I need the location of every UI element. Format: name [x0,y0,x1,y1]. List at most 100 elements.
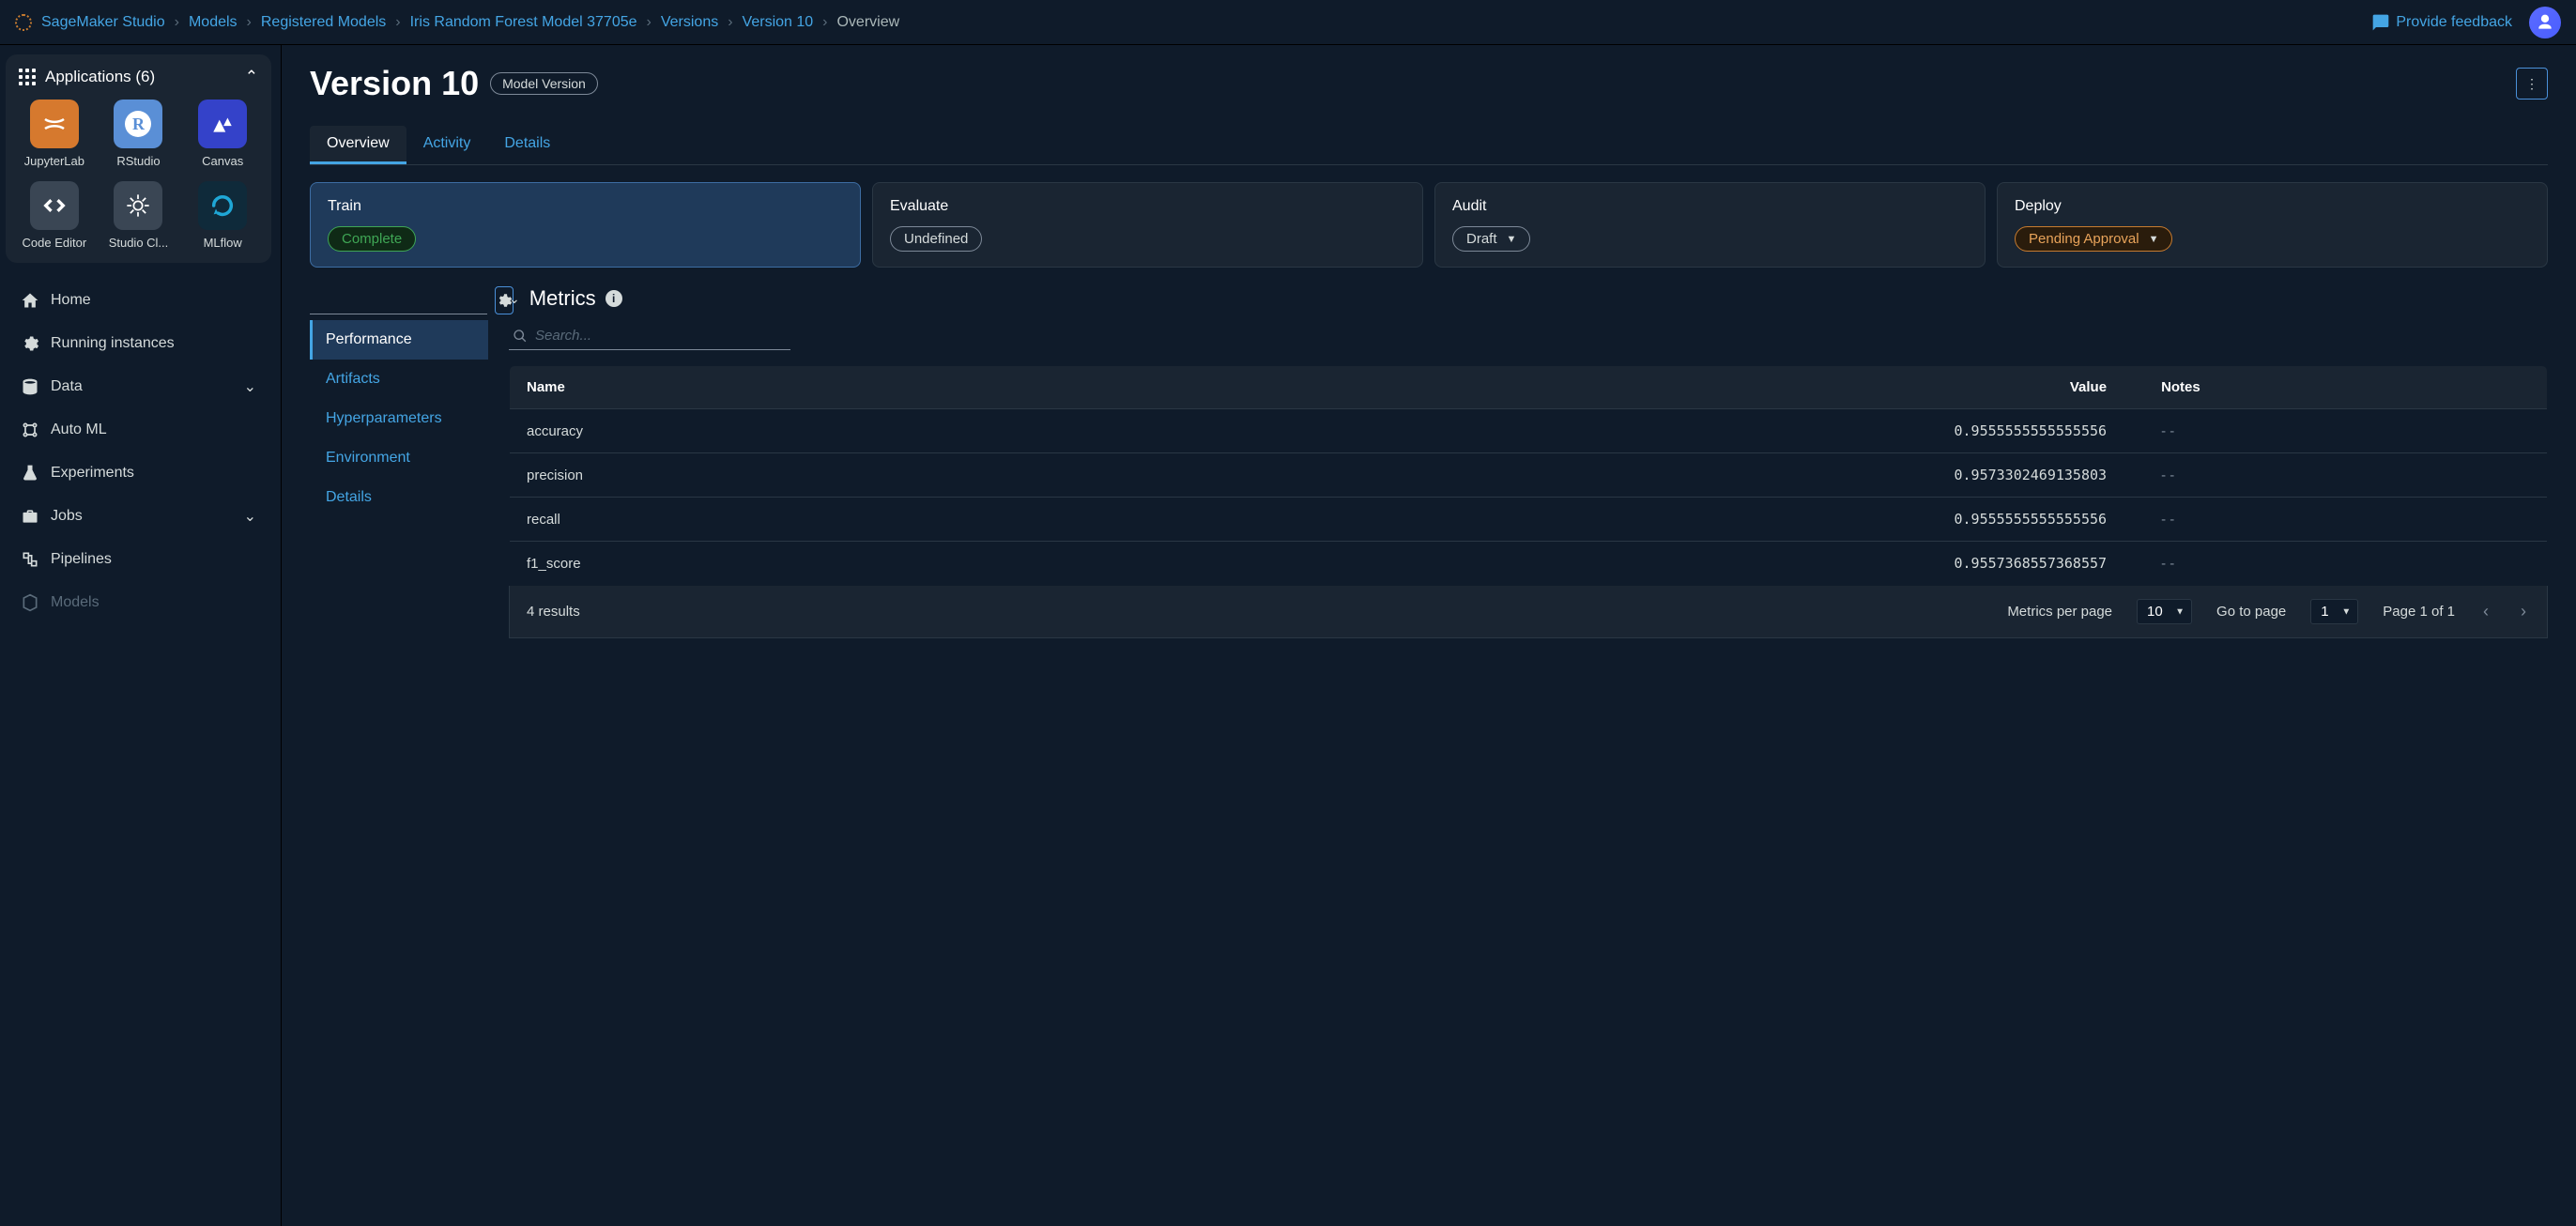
goto-page-select[interactable]: 1 [2310,599,2358,624]
studio-classic-icon [114,181,162,230]
app-studio-classic[interactable]: Studio Cl... [103,181,175,250]
main-content: Version 10 Model Version ⋮ Overview Acti… [282,45,2576,1226]
mlflow-icon [198,181,247,230]
crumb-overview: Overview [836,14,899,31]
code-editor-icon [30,181,79,230]
apps-grid-icon [19,69,36,85]
stage-audit[interactable]: Audit Draft ▼ [1434,182,1986,268]
app-label: MLflow [204,236,242,250]
tab-activity[interactable]: Activity [406,126,488,164]
chevron-right-icon: › [247,14,252,31]
stage-train[interactable]: Train Complete [310,182,861,268]
metric-notes: - - [2144,453,2547,498]
jupyter-icon [30,100,79,148]
stage-evaluate[interactable]: Evaluate Undefined [872,182,1423,268]
user-avatar[interactable] [2529,7,2561,38]
kebab-icon: ⋮ [2525,76,2538,92]
chevron-up-icon: ⌃ [245,68,258,86]
metrics-table: Name Value Notes accuracy 0.955555555555… [509,365,2548,586]
breadcrumbs: SageMaker Studio › Models › Registered M… [15,14,2371,31]
crumb-version-n[interactable]: Version 10 [743,14,814,31]
per-page-select[interactable]: 10 [2137,599,2192,624]
subtab-filter-input[interactable] [310,286,487,314]
table-row: precision 0.9573302469135803 - - [510,453,2548,498]
table-row: recall 0.9555555555555556 - - [510,498,2548,542]
crumb-versions[interactable]: Versions [661,14,718,31]
app-label: Canvas [202,154,243,168]
metrics-header: ⌄ Metrics i [509,286,2548,311]
col-value[interactable]: Value [1007,366,2144,409]
stage-title: Evaluate [890,198,1405,215]
collapse-toggle[interactable]: ⌄ [509,291,520,307]
col-name[interactable]: Name [510,366,1007,409]
subtab-artifacts[interactable]: Artifacts [310,360,488,399]
nav-label: Models [51,594,100,611]
tab-details[interactable]: Details [487,126,567,164]
flask-icon [21,464,39,483]
applications-panel: Applications (6) ⌃ JupyterLab R RStudio [6,54,271,263]
nav-pipelines[interactable]: Pipelines [11,539,266,580]
app-jupyterlab[interactable]: JupyterLab [19,100,90,168]
nav-label: Data [51,378,83,395]
stage-row: Train Complete Evaluate Undefined Audit … [310,182,2548,268]
chevron-down-icon: ⌄ [244,507,256,526]
nav-label: Auto ML [51,421,107,438]
crumb-registered[interactable]: Registered Models [261,14,386,31]
nav-home[interactable]: Home [11,280,266,321]
app-label: JupyterLab [24,154,84,168]
metric-notes: - - [2144,409,2547,453]
nav-label: Home [51,292,91,309]
metric-name: f1_score [510,542,1007,586]
nav-models[interactable]: Models [11,582,266,623]
briefcase-icon [21,507,39,526]
app-mlflow[interactable]: MLflow [187,181,258,250]
metric-name: precision [510,453,1007,498]
metric-value: 0.9555555555555556 [1007,409,2144,453]
metrics-search-input[interactable] [535,328,787,344]
nav-list: Home Running instances Data ⌄ Auto ML Ex… [6,280,271,623]
nav-jobs[interactable]: Jobs ⌄ [11,496,266,537]
feedback-label: Provide feedback [2396,14,2512,31]
crumb-models[interactable]: Models [189,14,238,31]
crumb-studio[interactable]: SageMaker Studio [41,14,165,31]
nav-label: Running instances [51,335,175,352]
per-page-label: Metrics per page [2007,604,2112,620]
models-icon [21,593,39,612]
prev-page-button[interactable]: ‹ [2479,602,2492,621]
nav-label: Experiments [51,465,134,482]
subtab-hyperparameters[interactable]: Hyperparameters [310,399,488,438]
nav-experiments[interactable]: Experiments [11,452,266,494]
subtab-environment[interactable]: Environment [310,438,488,478]
metrics-search[interactable] [509,322,790,350]
canvas-icon [198,100,247,148]
next-page-button[interactable]: › [2517,602,2530,621]
nav-running-instances[interactable]: Running instances [11,323,266,364]
app-rstudio[interactable]: R RStudio [103,100,175,168]
provide-feedback-link[interactable]: Provide feedback [2371,13,2512,32]
chat-icon [2371,13,2390,32]
app-label: Studio Cl... [109,236,169,250]
stage-status-deploy[interactable]: Pending Approval ▼ [2015,226,2172,252]
nav-data[interactable]: Data ⌄ [11,366,266,407]
crumb-model-name[interactable]: Iris Random Forest Model 37705e [410,14,637,31]
app-canvas[interactable]: Canvas [187,100,258,168]
app-code-editor[interactable]: Code Editor [19,181,90,250]
goto-page-label: Go to page [2216,604,2286,620]
subtab-details[interactable]: Details [310,478,488,517]
metrics-footer: 4 results Metrics per page 10 Go to page… [509,586,2548,638]
col-notes[interactable]: Notes [2144,366,2547,409]
metric-value: 0.9557368557368557 [1007,542,2144,586]
metric-name: recall [510,498,1007,542]
metric-notes: - - [2144,498,2547,542]
chevron-right-icon: › [395,14,400,31]
info-icon[interactable]: i [606,290,622,307]
nav-automl[interactable]: Auto ML [11,409,266,451]
tab-overview[interactable]: Overview [310,126,406,164]
actions-menu-button[interactable]: ⋮ [2516,68,2548,100]
stage-status-audit[interactable]: Draft ▼ [1452,226,1530,252]
subtab-performance[interactable]: Performance [310,320,488,360]
stage-title: Deploy [2015,198,2530,215]
stage-deploy[interactable]: Deploy Pending Approval ▼ [1997,182,2548,268]
applications-toggle[interactable]: Applications (6) ⌃ [19,68,258,86]
overview-right-column: ⌄ Metrics i Name Value Notes [509,286,2548,638]
